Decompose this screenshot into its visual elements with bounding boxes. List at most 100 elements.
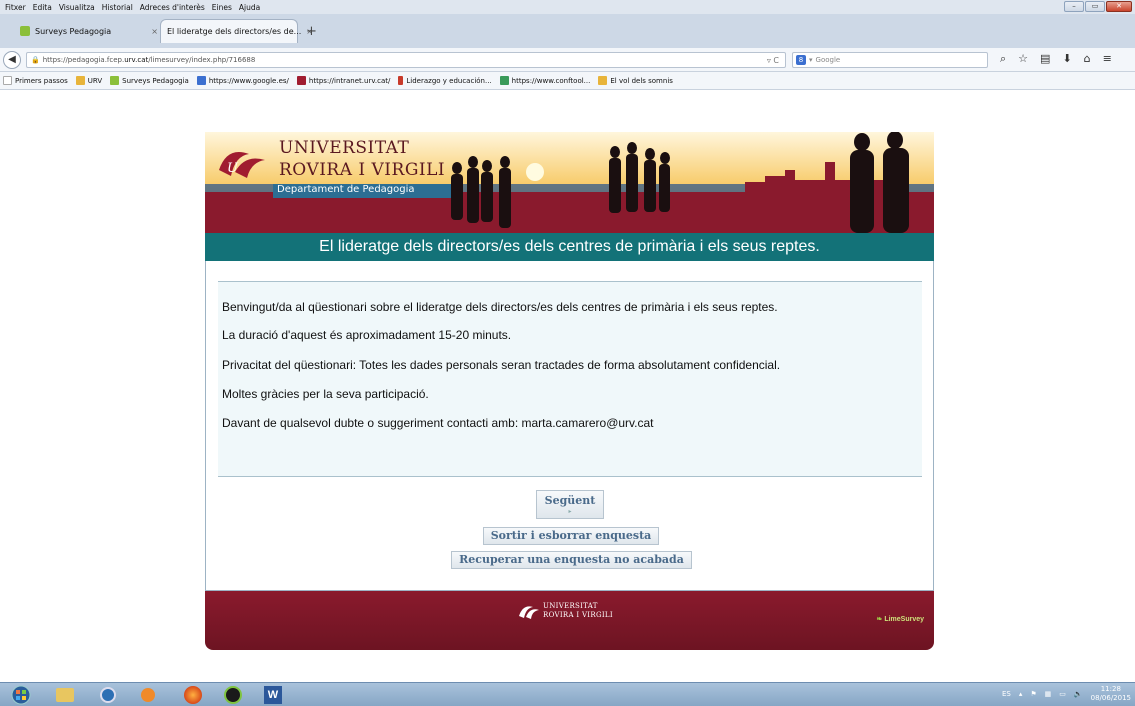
windows-taskbar: W ES ▴ ⚑ ▦ ▭ 🔈 11:28 08/06/2015 <box>0 682 1135 706</box>
welcome-line-1: Benvingut/da al qüestionari sobre el lid… <box>222 300 778 314</box>
bookmark-conftool[interactable]: https://www.conftool... <box>499 76 590 85</box>
limesurvey-icon: ❧ <box>876 616 883 623</box>
url-path: /limesurvey/index.php/716688 <box>148 56 256 64</box>
close-tab-icon[interactable]: × <box>151 27 158 36</box>
network-icon[interactable]: ▦ <box>1045 690 1052 698</box>
conftool-icon <box>499 76 509 85</box>
university-name-line1: UNIVERSITAT <box>279 138 410 158</box>
word-icon: W <box>264 686 282 704</box>
search-bar[interactable]: 8 ▾ Google <box>792 52 988 68</box>
url-prefix: https://pedagogia.fcep. <box>42 56 125 64</box>
university-name-line2: ROVIRA I VIRGILI <box>279 160 446 180</box>
next-button-label: Següent <box>544 494 596 507</box>
survey-body: Benvingut/da al qüestionari sobre el lid… <box>205 261 934 591</box>
maximize-button[interactable]: ▭ <box>1085 1 1105 12</box>
minimize-button[interactable]: – <box>1064 1 1084 12</box>
survey-header-banner: U UNIVERSITAT ROVIRA I VIRGILI Departame… <box>205 132 934 233</box>
taskbar-app-blue[interactable] <box>93 685 123 705</box>
limesurvey-logo[interactable]: ❧ LimeSurvey <box>876 615 924 623</box>
circle-app-icon <box>100 687 116 703</box>
menu-visualitza[interactable]: Visualitza <box>59 3 95 12</box>
reload-icon[interactable]: ▿ C <box>767 56 779 65</box>
folder-icon <box>56 688 74 702</box>
toolbar-icons: ⌕ ☆ ▤ ⬇ ⌂ ≡ <box>1000 52 1112 66</box>
clock-time: 11:28 <box>1100 685 1121 693</box>
survey-title: El lideratge dels directors/es dels cent… <box>205 233 934 261</box>
back-button[interactable]: ◀ <box>3 51 21 69</box>
clock[interactable]: 11:28 08/06/2015 <box>1091 685 1131 703</box>
welcome-line-3: Privacitat del qüestionari: Totes les da… <box>222 358 781 372</box>
url-host: urv.cat <box>124 56 149 64</box>
clock-date: 08/06/2015 <box>1090 694 1131 702</box>
limesurvey-icon <box>110 76 120 85</box>
search-engine-dropdown-icon[interactable]: ▾ <box>809 56 813 64</box>
tab-lideratge[interactable]: El lideratge dels directors/es de... × <box>160 19 313 43</box>
tab-surveys-pedagogia[interactable]: Surveys Pedagogia × <box>14 19 164 43</box>
tab-label: Surveys Pedagogia <box>35 26 112 36</box>
spotify-icon <box>224 686 242 704</box>
exit-and-clear-button[interactable]: Sortir i esborrar enquesta <box>483 527 659 545</box>
resume-survey-button[interactable]: Recuperar una enquesta no acabada <box>451 551 692 569</box>
menu-adreces[interactable]: Adreces d'interès <box>140 3 205 12</box>
menu-eines[interactable]: Eines <box>212 3 232 12</box>
star-icon[interactable]: ☆ <box>1018 52 1028 66</box>
menu-bar: Fitxer Edita Visualitza Historial Adrece… <box>0 0 1135 14</box>
home-icon[interactable]: ⌂ <box>1084 52 1091 66</box>
taskbar-firefox[interactable] <box>178 685 208 705</box>
menu-edita[interactable]: Edita <box>33 3 52 12</box>
bookmark-urv[interactable]: URV <box>75 76 102 85</box>
taskbar-spotify[interactable] <box>218 685 248 705</box>
urv-logo-icon <box>519 606 539 619</box>
urv-icon <box>296 76 306 85</box>
survey-footer: UNIVERSITAT ROVIRA I VIRGILI ❧ LimeSurve… <box>205 591 934 650</box>
bookmark-google[interactable]: https://www.google.es/ <box>196 76 289 85</box>
menu-icon[interactable]: ≡ <box>1103 52 1112 66</box>
url-bar[interactable]: 🔒 https://pedagogia.fcep. urv.cat/limesur… <box>26 52 786 68</box>
navigation-bar: ◀ 🔒 https://pedagogia.fcep. urv.cat/limes… <box>0 48 1135 72</box>
search-icon[interactable]: ⌕ <box>1000 52 1006 66</box>
welcome-line-2: La duració d'aquest és aproximadament 15… <box>222 328 512 342</box>
taskbar-explorer[interactable] <box>50 685 80 705</box>
window-controls: – ▭ ✕ <box>1064 1 1132 12</box>
department-label: Departament de Pedagogia <box>277 184 415 195</box>
tab-bar: Surveys Pedagogia × El lideratge dels di… <box>0 14 1135 48</box>
new-tab-button[interactable]: + <box>306 24 317 39</box>
volume-icon[interactable]: 🔈 <box>1074 690 1083 698</box>
download-icon[interactable]: ⬇ <box>1062 52 1071 66</box>
tab-label: El lideratge dels directors/es de... <box>167 27 302 36</box>
footer-university-line2: ROVIRA I VIRGILI <box>543 611 613 619</box>
folder-icon <box>75 76 85 85</box>
bookmark-surveys-pedagogia[interactable]: Surveys Pedagogia <box>110 76 189 85</box>
welcome-line-4: Moltes gràcies per la seva participació. <box>222 387 429 401</box>
bookmark-el-vol-dels-somnis[interactable]: El vol dels somnis <box>598 76 673 85</box>
welcome-line-5: Davant de qualsevol dubte o suggeriment … <box>222 416 654 430</box>
limesurvey-icon <box>20 26 30 36</box>
arrow-right-icon: ▸ <box>568 508 572 515</box>
media-player-icon <box>141 688 155 702</box>
menu-fitxer[interactable]: Fitxer <box>5 3 26 12</box>
bookmark-primers-passos[interactable]: Primers passos <box>3 76 68 85</box>
next-button[interactable]: Següent ▸ <box>536 490 604 519</box>
menu-historial[interactable]: Historial <box>102 3 133 12</box>
display-icon[interactable]: ▭ <box>1059 690 1066 698</box>
bookmark-liderazgo[interactable]: Liderazgo y educación... <box>398 76 492 85</box>
bookmark-intranet[interactable]: https://intranet.urv.cat/ <box>296 76 390 85</box>
language-indicator[interactable]: ES <box>1002 690 1011 698</box>
taskbar-media-player[interactable] <box>133 685 163 705</box>
svg-text:U: U <box>227 161 239 176</box>
footer-university-line1: UNIVERSITAT <box>543 602 598 610</box>
start-button[interactable] <box>6 685 36 705</box>
flag-icon[interactable]: ⚑ <box>1030 690 1036 698</box>
folder-icon <box>598 76 608 85</box>
clipboard-icon[interactable]: ▤ <box>1040 52 1050 66</box>
chevron-up-icon[interactable]: ▴ <box>1019 690 1023 698</box>
google-icon: 8 <box>796 55 806 65</box>
google-icon <box>196 76 206 85</box>
lock-icon: 🔒 <box>31 56 40 64</box>
bookmarks-bar: Primers passos URV Surveys Pedagogia htt… <box>0 72 1135 90</box>
page-icon <box>3 76 12 85</box>
close-window-button[interactable]: ✕ <box>1106 1 1132 12</box>
search-placeholder: Google <box>815 56 841 64</box>
taskbar-word[interactable]: W <box>258 685 288 705</box>
menu-ajuda[interactable]: Ajuda <box>239 3 260 12</box>
